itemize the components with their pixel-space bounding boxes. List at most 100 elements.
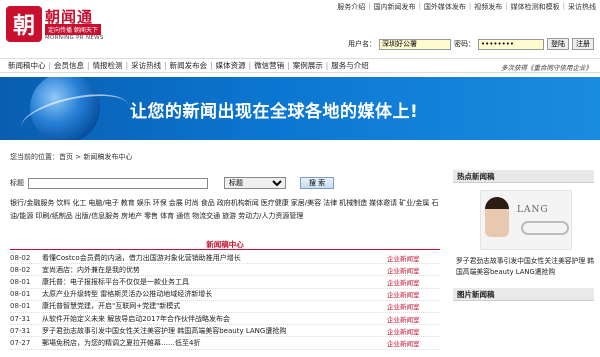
category-link[interactable]: 银行/金融服务 [10,199,54,207]
news-row: 08-01 康托普：电子报报标平台不仅仅是一款业务工具 企业新闻室 [10,276,440,289]
news-date: 07-31 [10,314,31,323]
category-link[interactable]: 劳动力/人力资源管理 [238,212,303,220]
news-source-tag[interactable]: 企业新闻室 [387,326,420,336]
nav-separator: | [287,61,290,70]
nav-item[interactable]: 媒体资源 [216,60,246,71]
top-link[interactable]: 媒体检测和模板 [511,2,560,12]
category-link[interactable]: 机械制造 [339,199,367,207]
category-link[interactable]: 娱乐 [137,199,151,207]
news-title[interactable]: 罗子君劲志故事引发中国女性关注美容护理 韩国高端美容beauty LANG遭抢购 [42,326,387,336]
top-link-separator: | [418,2,421,10]
category-link[interactable]: 化工 [72,199,86,207]
password-input[interactable] [478,38,544,50]
news-title[interactable]: 康托普智慧党建，开启"互联网+党建"新模式 [42,301,387,311]
category-link[interactable]: 旅游 [222,212,236,220]
banner-headline: 让您的新闻出现在全球各地的媒体上! [130,102,419,122]
top-link[interactable]: 国外媒体发布 [424,2,466,12]
picture-news-heading: 图片新闻稿 [453,288,594,301]
category-link[interactable]: 食品 [201,199,215,207]
category-link[interactable]: 零售 [144,212,158,220]
nav-item[interactable]: 微信营销 [254,60,284,71]
category-link[interactable]: 印刷/纸制品 [35,212,72,220]
logo-english: MORNING PR NEWS [45,35,104,41]
hot-news-caption[interactable]: 罗子君劲志故事引发中国女性关注美容护理 韩国高端美容beauty LANG遭抢购 [456,256,596,278]
news-source-tag[interactable]: 企业新闻室 [387,314,420,324]
nav-item[interactable]: 案例展示 [293,60,323,71]
category-link[interactable]: 环保 [153,199,167,207]
category-link[interactable]: 政府机构新闻 [217,199,259,207]
top-link[interactable]: 国内新闻发布 [374,2,416,12]
top-link[interactable]: 视频发布 [474,2,502,12]
login-button[interactable]: 登陆 [547,38,569,50]
search-input[interactable] [28,177,208,189]
search-field-select[interactable]: 标题 [224,177,286,189]
category-link[interactable]: 医疗健康 [261,199,289,207]
nav-separator: | [210,61,213,70]
register-button[interactable]: 注册 [572,38,594,50]
nav-item[interactable]: 新闻稿中心 [8,60,46,71]
nav-separator: | [164,61,167,70]
logo-slogan: 定向传播 朝闻天下 [45,24,101,35]
category-link[interactable]: 媒体邀请 [369,199,397,207]
category-link[interactable]: 电脑/电子 [88,199,118,207]
breadcrumb: 您当前的位置：首页 > 新闻稿发布中心 [10,153,133,161]
news-source-tag[interactable]: 企业新闻室 [387,301,420,311]
category-links: 银行/金融服务 饮料 化工 电脑/电子 教育 娱乐 环保 会展 时尚 食品 政府机构新闻 医疗健康 家居… [10,197,440,223]
top-links: 服务介绍 | 国内新闻发布 | 国外媒体发布 | 视频发布 | 媒体检测和模板 | 采访热线 [337,2,596,12]
hot-news-image[interactable]: LANG [480,190,572,250]
news-date: 07-31 [10,326,31,335]
category-link[interactable]: 法律 [323,199,337,207]
news-source-tag[interactable]: 企业新闻室 [387,265,420,275]
news-row: 07-31 罗子君劲志故事引发中国女性关注美容护理 韩国高端美容beauty LA… [10,325,440,338]
top-link[interactable]: 服务介绍 [337,2,365,12]
category-link[interactable]: 房地产 [121,212,142,220]
hot-news-heading: 热点新闻稿 [453,170,594,183]
nav-item[interactable]: 服务与介绍 [331,60,369,71]
password-label: 密码： [454,40,475,48]
category-link[interactable]: 体育 [160,212,174,220]
category-link[interactable]: 家居/美容 [291,199,321,207]
news-source-tag[interactable]: 企业新闻室 [387,289,420,299]
category-link[interactable]: 通信 [176,212,190,220]
news-title[interactable]: 太原产业升级转型 雷格斯灵活办公推动地域经济新增长 [42,289,387,299]
news-list: 08-02 看懂Costco会员费的内涵，借力出国游对象化营销助推用户增长 企业新闻… [10,252,440,350]
brand-logo: LANG [517,205,549,215]
top-link[interactable]: 采访热线 [568,2,596,12]
news-date: 07-27 [10,338,31,347]
news-date: 08-01 [10,277,31,286]
nav-separator: | [87,61,90,70]
category-link[interactable]: 会展 [169,199,183,207]
top-link-separator: | [505,2,508,10]
news-title[interactable]: 郵場免税店，为您的精调之夏拉开帷幕……低至4折 [42,338,387,348]
category-link[interactable]: 矿业/金属 [399,199,429,207]
list-header: 新闻稿中心 [10,239,440,250]
category-link[interactable]: 教育 [121,199,135,207]
news-title[interactable]: 从软件开始定义未来 解放导启动2017年合作伙伴战略发布会 [42,314,387,324]
news-source-tag[interactable]: 企业新闻室 [387,338,420,348]
top-link-separator: | [562,2,565,10]
nav-separator: | [248,61,252,70]
main-nav: 新闻稿中心 | 会员信息 | 情报检测 | 采访热线 | 新闻发布会 | 媒体资源 | 微信营销 | 案例展… [0,58,600,73]
search-button[interactable]: 搜 索 [300,177,334,189]
news-source-tag[interactable]: 企业新闻室 [387,253,420,263]
nav-item[interactable]: 情报检测 [93,60,123,71]
nav-honor-text: 多次获得《重合同守信用企业》 [501,64,592,72]
model-photo [485,197,509,237]
category-link[interactable]: 饮料 [56,199,70,207]
news-title[interactable]: 宜尚酒店：内外兼在是我的优势 [42,265,387,275]
news-title[interactable]: 看懂Costco会员费的内涵，借力出国游对象化营销助推用户增长 [42,253,387,263]
hero-banner: 让您的新闻出现在全球各地的媒体上! [0,77,600,140]
nav-item[interactable]: 新闻发布会 [170,60,208,71]
category-link[interactable]: 时尚 [185,199,199,207]
news-title[interactable]: 康托普：电子报报标平台不仅仅是一款业务工具 [42,277,387,287]
news-row: 08-01 康托普智慧党建，开启"互联网+党建"新模式 企业新闻室 [10,301,440,313]
category-link[interactable]: 物流交通 [192,212,220,220]
category-link[interactable]: 出版/信息服务 [75,212,119,220]
news-date: 08-02 [10,265,31,274]
nav-item[interactable]: 采访热线 [131,60,161,71]
nav-separator: | [125,61,129,70]
news-row: 07-27 郵場免税店，为您的精调之夏拉开帷幕……低至4折 企业新闻室 [10,337,440,350]
nav-item[interactable]: 会员信息 [54,60,84,71]
news-source-tag[interactable]: 企业新闻室 [387,277,420,287]
username-input[interactable] [379,38,451,50]
